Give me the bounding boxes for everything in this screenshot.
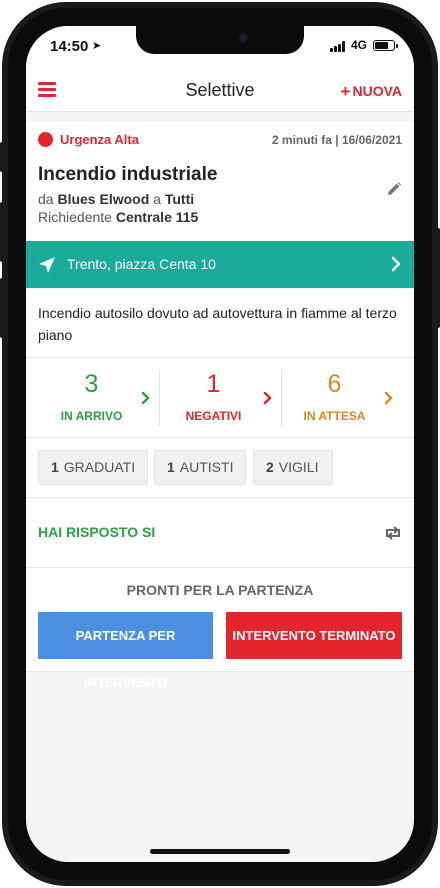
mute-switch	[0, 142, 4, 172]
urgency-badge: Urgenza Alta	[38, 132, 139, 147]
notch	[136, 26, 304, 54]
alert-requester-line: Richiedente Centrale 115	[38, 209, 198, 225]
response-status: HAI RISPOSTO SI	[26, 498, 414, 568]
intervention-departure-button[interactable]: PARTENZA PER INTERVENTO	[38, 612, 213, 690]
urgency-label: Urgenza Alta	[60, 132, 139, 147]
retweet-icon[interactable]	[384, 525, 402, 541]
stat-label: IN ATTESA	[303, 409, 366, 423]
role-chip-graduati[interactable]: 1 GRADUATI	[38, 450, 148, 485]
new-alert-label: NUOVA	[352, 83, 402, 99]
departure-title: PRONTI PER LA PARTENZA	[126, 582, 314, 598]
power-button	[436, 228, 440, 328]
battery-icon	[373, 40, 398, 51]
stat-count: 1	[206, 370, 221, 398]
stat-negativi[interactable]: 1 NEGATIVI	[160, 358, 281, 438]
network-type: 4G	[351, 38, 368, 52]
urgency-dot-icon	[38, 132, 53, 147]
alert-description: Incendio autosilo dovuto ad autovettura …	[26, 288, 414, 358]
requester-name: Centrale 115	[115, 209, 199, 225]
app-header: Selettive + NUOVA	[26, 72, 414, 112]
role-chip-autisti[interactable]: 1 AUTISTI	[154, 450, 246, 485]
pencil-icon[interactable]	[387, 182, 401, 196]
location-services-icon: ➤	[92, 40, 102, 52]
to-prefix: a	[153, 191, 161, 207]
alert-timestamp: 2 minuti fa | 16/06/2021	[271, 133, 402, 147]
intervention-terminated-button[interactable]: INTERVENTO TERMINATO	[226, 612, 402, 659]
camera	[238, 33, 248, 43]
location-arrow-icon	[39, 257, 55, 273]
alert-sender-line: da Blues Elwood a Tutti	[38, 191, 194, 207]
chevron-right-icon	[263, 391, 272, 405]
alert-title: Incendio industriale	[38, 164, 218, 185]
role-label: VIGILI	[278, 459, 319, 475]
roles-row: 1 GRADUATI 1 AUTISTI 2 VIGILI	[26, 438, 414, 498]
alert-info: Urgenza Alta 2 minuti fa | 16/06/2021 In…	[26, 122, 414, 241]
response-stats: 3 IN ARRIVO 1 NEGATIVI 6 IN ATTESA	[26, 358, 414, 438]
status-time: 14:50	[50, 38, 89, 55]
new-alert-button[interactable]: + NUOVA	[341, 82, 402, 102]
role-count: 1	[51, 459, 59, 475]
home-indicator[interactable]	[150, 849, 290, 854]
from-prefix: da	[38, 191, 54, 207]
signal-icon	[330, 41, 346, 52]
sender-name: Blues Elwood	[57, 191, 150, 207]
recipient-name: Tutti	[164, 191, 195, 207]
role-label: GRADUATI	[63, 459, 136, 475]
role-count: 2	[266, 459, 274, 475]
stat-count: 6	[327, 370, 342, 398]
chevron-right-icon	[391, 256, 401, 272]
stat-count: 3	[84, 370, 99, 398]
response-text: HAI RISPOSTO SI	[38, 524, 156, 540]
location-address: Trento, piazza Centa 10	[67, 256, 216, 272]
stat-label: IN ARRIVO	[60, 409, 123, 423]
chevron-right-icon	[141, 391, 150, 405]
stat-in-arrivo[interactable]: 3 IN ARRIVO	[38, 358, 159, 438]
location-bar[interactable]: Trento, piazza Centa 10	[26, 241, 414, 288]
chevron-right-icon	[384, 391, 393, 405]
role-count: 1	[167, 459, 175, 475]
volume-up-button	[0, 202, 4, 262]
role-label: AUTISTI	[179, 459, 234, 475]
role-chip-vigili[interactable]: 2 VIGILI	[253, 450, 333, 485]
plus-icon: +	[340, 82, 351, 101]
volume-down-button	[0, 278, 4, 338]
stat-label: NEGATIVI	[185, 409, 242, 423]
requester-prefix: Richiedente	[38, 209, 112, 225]
stat-in-attesa[interactable]: 6 IN ATTESA	[281, 358, 402, 438]
app-screen: 14:50 ➤ 4G Selettive + NUOVA Urgenza Alta…	[26, 26, 414, 862]
departure-section: PRONTI PER LA PARTENZA PARTENZA PER INTE…	[26, 568, 414, 690]
